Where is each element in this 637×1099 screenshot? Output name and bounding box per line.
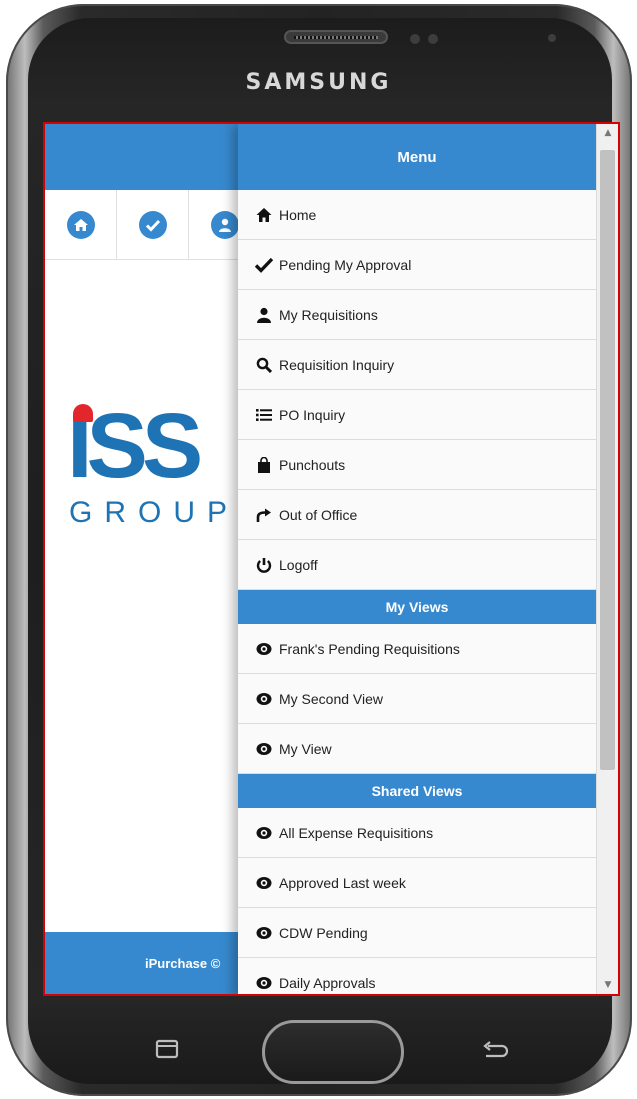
- menu-item-label: All Expense Requisitions: [279, 824, 434, 841]
- menu-item-label: PO Inquiry: [279, 406, 346, 423]
- view-cdw-pending[interactable]: CDW Pending: [238, 908, 596, 958]
- footer-copyright: iPurchase ©: [145, 956, 221, 971]
- menu-item-label: Approved Last week: [279, 874, 406, 891]
- share-arrow-icon: [254, 506, 274, 524]
- menu-item-punchouts[interactable]: Punchouts: [238, 440, 596, 490]
- recent-apps-icon[interactable]: [150, 1036, 184, 1064]
- home-icon: [254, 206, 274, 224]
- view-all-expense-requisitions[interactable]: All Expense Requisitions: [238, 808, 596, 858]
- light-sensor: [428, 34, 438, 44]
- eye-icon: [254, 690, 274, 708]
- menu-item-po-inquiry[interactable]: PO Inquiry: [238, 390, 596, 440]
- eye-icon: [254, 974, 274, 992]
- iss-logo: ISS GROUP: [67, 400, 227, 529]
- view-franks-pending-requisitions[interactable]: Frank's Pending Requisitions: [238, 624, 596, 674]
- view-approved-last-week[interactable]: Approved Last week: [238, 858, 596, 908]
- eye-icon: [254, 924, 274, 942]
- menu-item-label: My Requisitions: [279, 306, 378, 323]
- menu-item-out-of-office[interactable]: Out of Office: [238, 490, 596, 540]
- menu-item-label: My View: [279, 740, 332, 757]
- menu-item-pending-approval[interactable]: Pending My Approval: [238, 240, 596, 290]
- menu-title: Menu: [238, 124, 596, 190]
- menu-item-label: Requisition Inquiry: [279, 356, 395, 373]
- brand-logo: SAMSUNG: [245, 70, 392, 95]
- check-icon: [138, 211, 167, 239]
- user-icon: [254, 306, 274, 324]
- menu-scrollbar[interactable]: ▲ ▼: [596, 124, 618, 994]
- menu-item-label: Pending My Approval: [279, 256, 412, 273]
- user-icon: [210, 211, 239, 239]
- logo-red-mark: [73, 404, 93, 422]
- view-daily-approvals[interactable]: Daily Approvals: [238, 958, 596, 994]
- check-icon: [254, 256, 274, 274]
- menu-item-label: My Second View: [279, 690, 384, 707]
- menu-item-label: Frank's Pending Requisitions: [279, 640, 460, 657]
- eye-icon: [254, 640, 274, 658]
- menu-item-home[interactable]: Home: [238, 190, 596, 240]
- side-menu: Menu Home Pending My Approval My Requisi…: [238, 124, 596, 994]
- my-views-header: My Views: [238, 590, 596, 624]
- menu-item-my-requisitions[interactable]: My Requisitions: [238, 290, 596, 340]
- search-icon: [254, 356, 274, 374]
- front-camera: [548, 34, 556, 42]
- earpiece-speaker: [284, 30, 388, 44]
- home-button[interactable]: [262, 1020, 404, 1084]
- shopping-bag-icon: [254, 456, 274, 474]
- menu-item-label: CDW Pending: [279, 924, 368, 941]
- home-icon: [66, 211, 95, 239]
- eye-icon: [254, 740, 274, 758]
- scroll-down-arrow-icon[interactable]: ▼: [597, 976, 618, 994]
- list-icon: [254, 406, 274, 424]
- eye-icon: [254, 824, 274, 842]
- proximity-sensor: [410, 34, 420, 44]
- scroll-up-arrow-icon[interactable]: ▲: [597, 124, 618, 142]
- power-icon: [254, 556, 274, 574]
- shared-views-header: Shared Views: [238, 774, 596, 808]
- menu-item-logoff[interactable]: Logoff: [238, 540, 596, 590]
- scroll-thumb[interactable]: [600, 150, 615, 770]
- logo-subtitle: GROUP: [69, 496, 240, 529]
- menu-item-label: Logoff: [279, 556, 318, 573]
- view-my-view[interactable]: My View: [238, 724, 596, 774]
- nav-approvals-button[interactable]: [117, 190, 189, 260]
- back-icon[interactable]: [478, 1036, 512, 1064]
- menu-item-requisition-inquiry[interactable]: Requisition Inquiry: [238, 340, 596, 390]
- eye-icon: [254, 874, 274, 892]
- menu-item-label: Daily Approvals: [279, 974, 376, 991]
- view-my-second-view[interactable]: My Second View: [238, 674, 596, 724]
- device-screen: ISS GROUP iPurchase © Menu Home Pending …: [43, 122, 620, 996]
- menu-item-label: Home: [279, 206, 317, 223]
- nav-home-button[interactable]: [45, 190, 117, 260]
- menu-item-label: Out of Office: [279, 506, 358, 523]
- menu-item-label: Punchouts: [279, 456, 346, 473]
